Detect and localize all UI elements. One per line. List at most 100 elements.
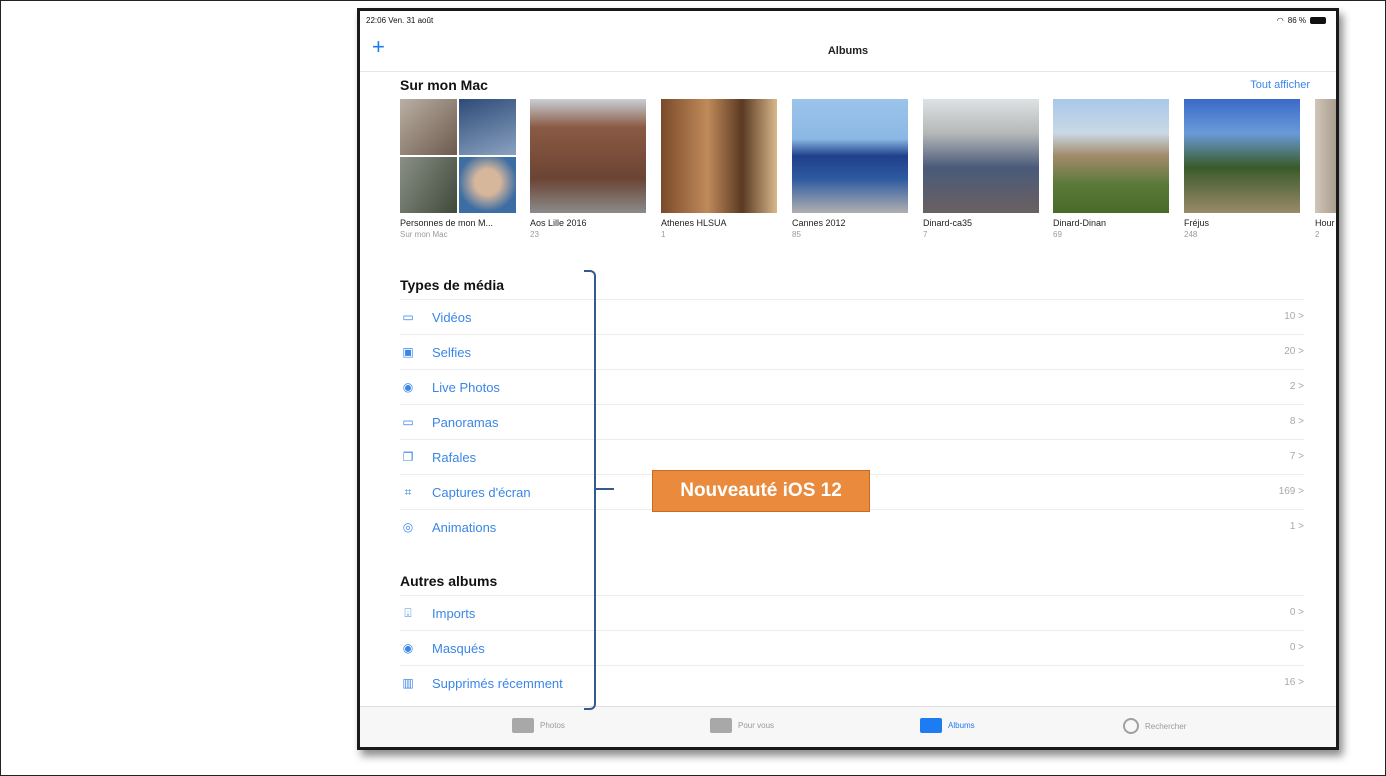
tab-label: Photos [540,721,565,730]
album-thumbnail [1315,99,1336,213]
list-item-label: Live Photos [432,380,500,395]
tab-label: Albums [948,721,975,730]
list-item-count: 8 > [1289,416,1304,427]
callout-new-ios12: Nouveauté iOS 12 [652,470,870,512]
tab-search[interactable]: Rechercher [1123,718,1186,734]
albums-carousel: Personnes de mon M... Sur mon Mac Aos Li… [400,99,1336,269]
list-item-count: 0 > [1289,642,1304,653]
panorama-icon: ▭ [402,415,414,429]
album-name: Fréjus [1184,218,1210,228]
album-count: 1 [661,230,666,239]
list-item-bursts[interactable]: ❐ Rafales 7 > [400,439,1304,474]
list-item-animations[interactable]: ◎ Animations 1 > [400,509,1304,544]
album-name: Hour [1315,218,1335,228]
page-title: Albums [827,45,869,57]
album-thumbnail [792,99,908,213]
navigation-bar: + Albums [360,31,1336,72]
album-name: Personnes de mon M... [400,218,494,228]
list-item-hidden[interactable]: ◉ Masqués 0 > [400,630,1304,665]
album-count: 23 [530,230,539,239]
list-item-imports[interactable]: ⍗ Imports 0 > [400,595,1304,630]
albums-icon [920,718,942,733]
album-count: 248 [1184,230,1198,239]
list-item-label: Masqués [432,641,485,656]
section-title-media-types: Types de média [400,277,505,293]
bracket-pointer [594,488,614,490]
album-card[interactable]: Athenes HLSUA 1 [661,99,777,239]
list-item-label: Animations [432,520,497,535]
list-item-count: 1 > [1289,521,1304,532]
album-count: Sur mon Mac [400,230,448,239]
tab-bar: Photos Pour vous Albums Rechercher [360,706,1336,747]
list-item-count: 16 > [1284,677,1304,688]
album-count: 2 [1315,230,1320,239]
screenshot-icon: ⌗ [404,485,412,499]
battery-percent: 86 % [1287,16,1306,25]
album-name: Cannes 2012 [792,218,846,228]
album-name: Athenes HLSUA [661,218,727,228]
list-item-videos[interactable]: ▭ Vidéos 10 > [400,299,1304,334]
album-count: 69 [1053,230,1062,239]
album-name: Aos Lille 2016 [530,218,587,228]
list-item-label: Captures d'écran [432,485,531,500]
bracket-annotation [584,270,596,710]
album-card[interactable]: Cannes 2012 85 [792,99,908,239]
list-item-count: 10 > [1284,311,1304,322]
list-item-count: 169 > [1278,486,1304,497]
wifi-icon: ◠ [1276,16,1284,25]
status-right: ◠ 86 % [1277,16,1326,25]
album-thumbnail-people [400,99,516,213]
list-item-label: Supprimés récemment [432,676,563,691]
other-albums-list: ⍗ Imports 0 > ◉ Masqués 0 > ▥ Supprimés … [400,595,1304,700]
import-icon: ⍗ [404,606,412,620]
album-card[interactable]: Dinard-ca35 7 [923,99,1039,239]
album-card[interactable]: Dinard-Dinan 69 [1053,99,1169,239]
list-item-count: 2 > [1289,381,1304,392]
album-card[interactable]: Aos Lille 2016 23 [530,99,646,239]
album-thumbnail [661,99,777,213]
photos-app-screen: 22:06 Ven. 31 août ◠ 86 % + Albums Sur m… [360,11,1336,747]
for-you-icon [710,718,732,733]
status-bar: 22:06 Ven. 31 août ◠ 86 % [360,11,1336,31]
section-title-other-albums: Autres albums [400,573,498,589]
tab-for-you[interactable]: Pour vous [710,718,774,733]
live-photo-icon: ◉ [402,380,414,394]
photos-icon [512,718,534,733]
list-item-label: Imports [432,606,476,621]
list-item-label: Selfies [432,345,472,360]
list-item-label: Panoramas [432,415,499,430]
search-icon [1123,718,1139,734]
status-time: 22:06 Ven. 31 août [366,16,434,25]
burst-icon: ❐ [402,450,414,464]
album-count: 7 [923,230,928,239]
video-camera-icon: ▭ [402,310,414,324]
album-card[interactable]: Fréjus 248 [1184,99,1300,239]
list-item-recently-deleted[interactable]: ▥ Supprimés récemment 16 > [400,665,1304,700]
list-item-live-photos[interactable]: ◉ Live Photos 2 > [400,369,1304,404]
list-item-selfies[interactable]: ▣ Selfies 20 > [400,334,1304,369]
album-count: 85 [792,230,801,239]
list-item-count: 7 > [1289,451,1304,462]
tab-label: Pour vous [738,721,775,730]
section-title-my-mac: Sur mon Mac [400,77,488,93]
album-thumbnail [1184,99,1300,213]
album-card[interactable]: Hour 2 [1315,99,1336,239]
trash-icon: ▥ [402,676,414,690]
tab-albums[interactable]: Albums [920,718,975,733]
list-item-count: 20 > [1284,346,1304,357]
list-item-label: Vidéos [432,310,472,325]
animation-icon: ◎ [402,520,414,534]
list-item-panoramas[interactable]: ▭ Panoramas 8 > [400,404,1304,439]
tab-label: Rechercher [1145,721,1187,731]
eye-icon: ◉ [402,641,414,655]
album-name: Dinard-ca35 [923,218,973,228]
battery-icon [1310,17,1326,24]
see-all-link[interactable]: Tout afficher [1250,79,1310,91]
album-thumbnail [923,99,1039,213]
album-name: Dinard-Dinan [1053,218,1107,228]
list-item-count: 0 > [1289,607,1304,618]
album-thumbnail [1053,99,1169,213]
selfie-icon: ▣ [402,345,414,359]
tab-photos[interactable]: Photos [512,718,565,733]
album-card[interactable]: Personnes de mon M... Sur mon Mac [400,99,516,239]
